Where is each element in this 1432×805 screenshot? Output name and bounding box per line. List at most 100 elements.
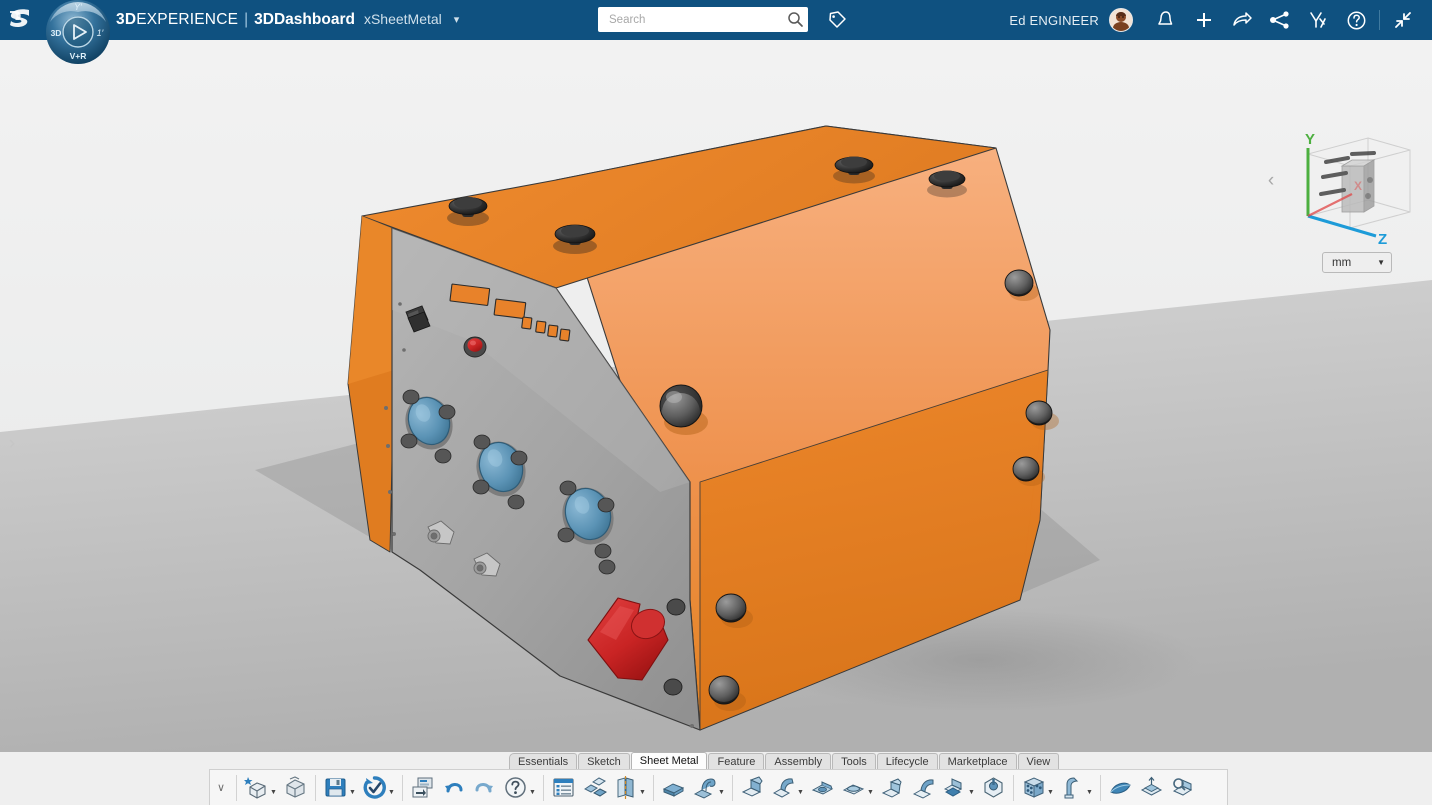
wall-on-edge-button[interactable]: [737, 771, 768, 805]
search-area: [598, 7, 847, 32]
ribbon-tab-lifecycle[interactable]: Lifecycle: [877, 753, 938, 769]
navigation-compass[interactable]: Y′ 3D 1′ V+R: [44, 0, 112, 69]
sheetmetal-parameters-button[interactable]: [548, 771, 579, 805]
dropdown-arrow-icon[interactable]: ▼: [270, 779, 278, 796]
stamp-button[interactable]: [978, 771, 1009, 805]
mirror-plane-button[interactable]: ▼: [610, 771, 649, 805]
stamp-punch-icon: [980, 774, 1007, 801]
tag-icon[interactable]: [827, 10, 847, 30]
dropdown-arrow-icon[interactable]: ▼: [388, 779, 396, 796]
hem-button[interactable]: [807, 771, 838, 805]
import-export-button[interactable]: [407, 771, 438, 805]
bends-group: ▼ ▼ ▼: [737, 771, 1009, 805]
chevron-down-icon[interactable]: ▾: [454, 13, 460, 26]
chevron-down-icon: ▼: [1377, 258, 1385, 267]
update-button[interactable]: ▼: [359, 771, 398, 805]
flange-button[interactable]: [908, 771, 939, 805]
corner-relief-icon: [941, 774, 968, 801]
dropdown-arrow-icon[interactable]: ▼: [349, 779, 357, 796]
toolbar-collapse-button[interactable]: ∨: [210, 771, 232, 805]
ribbon-tab-essentials[interactable]: Essentials: [509, 753, 577, 769]
ribbon-tabs: EssentialsSketchSheet MetalFeatureAssemb…: [509, 752, 1060, 769]
dropdown-arrow-icon[interactable]: ▼: [797, 779, 805, 796]
ribbon-tab-sheet-metal[interactable]: Sheet Metal: [631, 752, 708, 769]
bend-icon: [770, 774, 797, 801]
sheet-metal-enclosure-model[interactable]: [0, 40, 1432, 752]
navigation-cube[interactable]: Y Z X: [1290, 128, 1415, 248]
open-folder-icon: [282, 774, 309, 801]
units-value: mm: [1332, 257, 1351, 269]
search-input[interactable]: [607, 13, 787, 27]
open-button[interactable]: [280, 771, 311, 805]
swept-wall-icon: [879, 774, 906, 801]
hem-icon: [809, 774, 836, 801]
bend-button[interactable]: ▼: [768, 771, 807, 805]
dropdown-arrow-icon[interactable]: ▼: [1047, 779, 1055, 796]
ribbon-tab-view[interactable]: View: [1018, 753, 1060, 769]
unfold-explode-icon: [581, 774, 608, 801]
app-title[interactable]: 3D EXPERIENCE | 3DDashboard xSheetMetal …: [116, 11, 459, 29]
3ds-logo[interactable]: [0, 0, 44, 40]
dropdown-arrow-icon[interactable]: ▼: [529, 779, 537, 796]
dashboard-label: 3DDashboard: [254, 11, 355, 29]
svg-text:1′: 1′: [97, 28, 104, 38]
ribbon-tab-tools[interactable]: Tools: [832, 753, 876, 769]
3d-viewport[interactable]: › ‹: [0, 40, 1432, 752]
help-button[interactable]: ▼: [500, 771, 539, 805]
navcube-axis-y-label: Y: [1305, 131, 1315, 148]
drape-button[interactable]: ▼: [838, 771, 877, 805]
pattern-button[interactable]: ▼: [1018, 771, 1057, 805]
dropdown-arrow-icon[interactable]: ▼: [718, 779, 726, 796]
ribbon-tab-bar: EssentialsSketchSheet MetalFeatureAssemb…: [0, 752, 1432, 769]
units-dropdown[interactable]: mm ▼: [1322, 252, 1392, 273]
user-avatar[interactable]: [1109, 8, 1133, 32]
bend-corner-icon: [1059, 774, 1086, 801]
dropdown-arrow-icon[interactable]: ▼: [1086, 779, 1094, 796]
toolbar-separator: [236, 775, 237, 801]
help-icon[interactable]: [1337, 0, 1375, 40]
surface-bend-button[interactable]: [1105, 771, 1136, 805]
base-wall-button[interactable]: [658, 771, 689, 805]
navcube-axis-x-label: X: [1354, 179, 1362, 193]
user-name[interactable]: Ed ENGINEER: [1009, 13, 1099, 28]
save-group: ▼▼: [320, 771, 398, 805]
toolbar-separator: [1100, 775, 1101, 801]
corner-relief-button[interactable]: ▼: [939, 771, 978, 805]
add-icon[interactable]: [1185, 0, 1223, 40]
header-right-icons: Ed ENGINEER: [1009, 0, 1422, 40]
swept-wall-button[interactable]: [877, 771, 908, 805]
brand-experience: EXPERIENCE: [136, 11, 238, 29]
search-box[interactable]: [598, 7, 808, 32]
sheetmetal-params-group: ▼: [548, 771, 649, 805]
dropdown-arrow-icon[interactable]: ▼: [968, 779, 976, 796]
svg-text:3D: 3D: [51, 28, 62, 38]
brand-3d: 3D: [116, 11, 136, 29]
unfold-button[interactable]: [579, 771, 610, 805]
dropdown-arrow-icon[interactable]: ▼: [639, 779, 647, 796]
dropdown-arrow-icon[interactable]: ▼: [867, 779, 875, 796]
notifications-icon[interactable]: [1147, 0, 1185, 40]
flatten-button[interactable]: [1136, 771, 1167, 805]
social-network-icon[interactable]: [1261, 0, 1299, 40]
ribbon-tab-assembly[interactable]: Assembly: [765, 753, 831, 769]
toolbar-separator: [732, 775, 733, 801]
collapse-icon[interactable]: [1384, 0, 1422, 40]
left-panel-expand-chevron[interactable]: ›: [4, 434, 20, 454]
share-arrow-icon[interactable]: [1223, 0, 1261, 40]
ribbon-tab-feature[interactable]: Feature: [708, 753, 764, 769]
save-button[interactable]: ▼: [320, 771, 359, 805]
swym-icon[interactable]: [1299, 0, 1337, 40]
new-part-button[interactable]: ▼: [241, 771, 280, 805]
rolled-wall-button[interactable]: ▼: [689, 771, 728, 805]
ribbon-tab-sketch[interactable]: Sketch: [578, 753, 630, 769]
redo-button[interactable]: [469, 771, 500, 805]
unfold-view-icon: [1169, 774, 1196, 801]
undo-button[interactable]: [438, 771, 469, 805]
surface-group: [1105, 771, 1198, 805]
toolbar-separator: [653, 775, 654, 801]
bend-corner-button[interactable]: ▼: [1057, 771, 1096, 805]
unfold-view-button[interactable]: [1167, 771, 1198, 805]
search-icon[interactable]: [787, 11, 804, 28]
navcube-collapse-chevron[interactable]: ‹: [1263, 170, 1279, 192]
ribbon-tab-marketplace[interactable]: Marketplace: [939, 753, 1017, 769]
